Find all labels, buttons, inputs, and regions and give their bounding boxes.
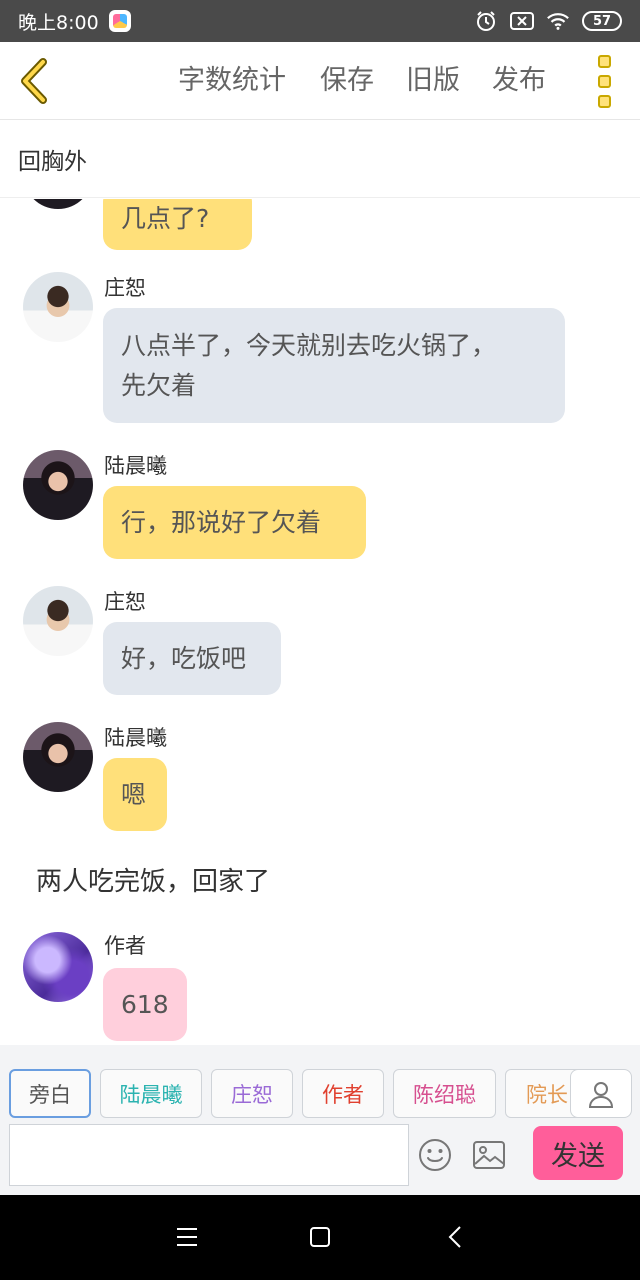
message-bubble[interactable]: 好，吃饭吧 [103,622,281,695]
smiley-icon [419,1139,451,1171]
more-menu-button[interactable] [588,54,620,108]
recent-apps-button[interactable] [167,1217,207,1257]
alarm-icon [474,9,498,33]
chevron-left-icon [448,1226,461,1248]
message-bubble[interactable]: 行，那说好了欠着 [103,486,366,559]
composer-panel: 旁白 陆晨曦 庄恕 作者 陈绍聪 院长 发送 [0,1045,640,1195]
character-chip-chen-shaocong[interactable]: 陈绍聪 [393,1069,496,1118]
author-avatar[interactable] [23,932,93,1002]
send-button-label: 发送 [551,1140,605,1172]
wifi-icon [546,9,570,33]
menu-dot-icon [597,94,611,108]
back-button[interactable] [14,56,54,106]
character-chip-lu-chenxi[interactable]: 陆晨曦 [100,1069,202,1118]
save-button[interactable]: 保存 [320,42,374,120]
zhuang-shu-avatar[interactable] [23,272,93,342]
message-bubble[interactable]: 八点半了，今天就别去吃火锅了， 先欠着 [103,308,565,423]
sim-off-icon [510,9,534,33]
message-text: 嗯 [121,779,147,809]
home-button[interactable] [300,1217,340,1257]
chat-message: 庄恕 好，吃饭吧 [0,586,640,696]
sender-name: 陆晨曦 [104,454,167,478]
editor-toolbar: 字数统计 保存 旧版 发布 [0,42,640,120]
character-chip-label: 院长 [526,1082,568,1107]
emoji-button[interactable] [418,1138,452,1172]
system-back-button[interactable] [435,1217,475,1257]
old-version-button[interactable]: 旧版 [406,42,460,120]
chapter-title-bar[interactable]: 回胸外 [0,120,640,198]
chevron-left-icon [21,58,47,104]
character-chip-author[interactable]: 作者 [302,1069,384,1118]
message-bubble[interactable]: 嗯 [103,758,167,831]
message-bubble[interactable]: 几点了? [103,199,252,250]
system-nav-bar [0,1195,640,1280]
character-chip-label: 陆晨曦 [119,1082,183,1107]
send-button[interactable]: 发送 [533,1126,623,1180]
lu-chenxi-avatar[interactable] [23,722,93,792]
lu-chenxi-avatar[interactable] [23,199,93,209]
message-text: 行，那说好了欠着 [121,507,322,537]
message-input[interactable] [9,1124,409,1186]
character-chip-zhuang-shu[interactable]: 庄恕 [211,1069,293,1118]
status-bar: 晚上8:00 57 [0,0,640,42]
character-chip-label: 陈绍聪 [413,1082,476,1107]
status-time: 晚上8:00 [18,11,99,34]
sender-name: 庄恕 [104,590,146,614]
message-bubble[interactable]: 618 [103,968,187,1041]
chat-message: 几点了? [0,199,640,250]
image-button[interactable] [472,1139,506,1171]
character-selector: 旁白 陆晨曦 庄恕 作者 陈绍聪 院长 [0,1045,640,1123]
message-text: 几点了? [121,204,210,233]
chat-message: 陆晨曦 嗯 [0,722,640,832]
menu-dot-icon [597,54,611,68]
message-text-line: 先欠着 [121,370,197,400]
sender-name: 庄恕 [104,276,146,300]
square-icon [310,1227,330,1247]
status-icons: 57 [474,9,622,33]
image-icon [473,1141,505,1169]
lu-chenxi-avatar[interactable] [23,450,93,520]
message-text: 618 [121,989,169,1019]
manage-characters-button[interactable] [570,1069,632,1118]
message-text-line: 八点半了，今天就别去吃火锅了， [121,330,497,360]
character-chip-label: 庄恕 [231,1082,273,1107]
battery-indicator: 57 [582,11,622,31]
sender-name: 陆晨曦 [104,726,167,750]
chat-list[interactable]: 几点了? 庄恕 八点半了，今天就别去吃火锅了， 先欠着 陆晨曦 行，那说好了欠着… [0,199,640,1045]
app-notification-icon [108,10,131,32]
chat-message: 陆晨曦 行，那说好了欠着 [0,450,640,560]
character-chip-label: 旁白 [29,1082,71,1107]
sender-name: 作者 [104,934,146,958]
zhuang-shu-avatar[interactable] [23,586,93,656]
message-text: 好，吃饭吧 [121,643,247,673]
chat-message: 作者 618 [0,930,640,1042]
menu-dot-icon [597,74,611,88]
menu-lines-icon [177,1228,197,1246]
chat-message: 庄恕 八点半了，今天就别去吃火锅了， 先欠着 [0,272,640,424]
narration-text[interactable]: 两人吃完饭，回家了 [36,861,270,898]
person-icon [588,1081,614,1108]
publish-button[interactable]: 发布 [492,42,546,120]
character-chip-label: 作者 [322,1082,364,1107]
chapter-title: 回胸外 [18,148,87,175]
word-count-button[interactable]: 字数统计 [178,42,286,120]
character-chip-narrator[interactable]: 旁白 [9,1069,91,1118]
